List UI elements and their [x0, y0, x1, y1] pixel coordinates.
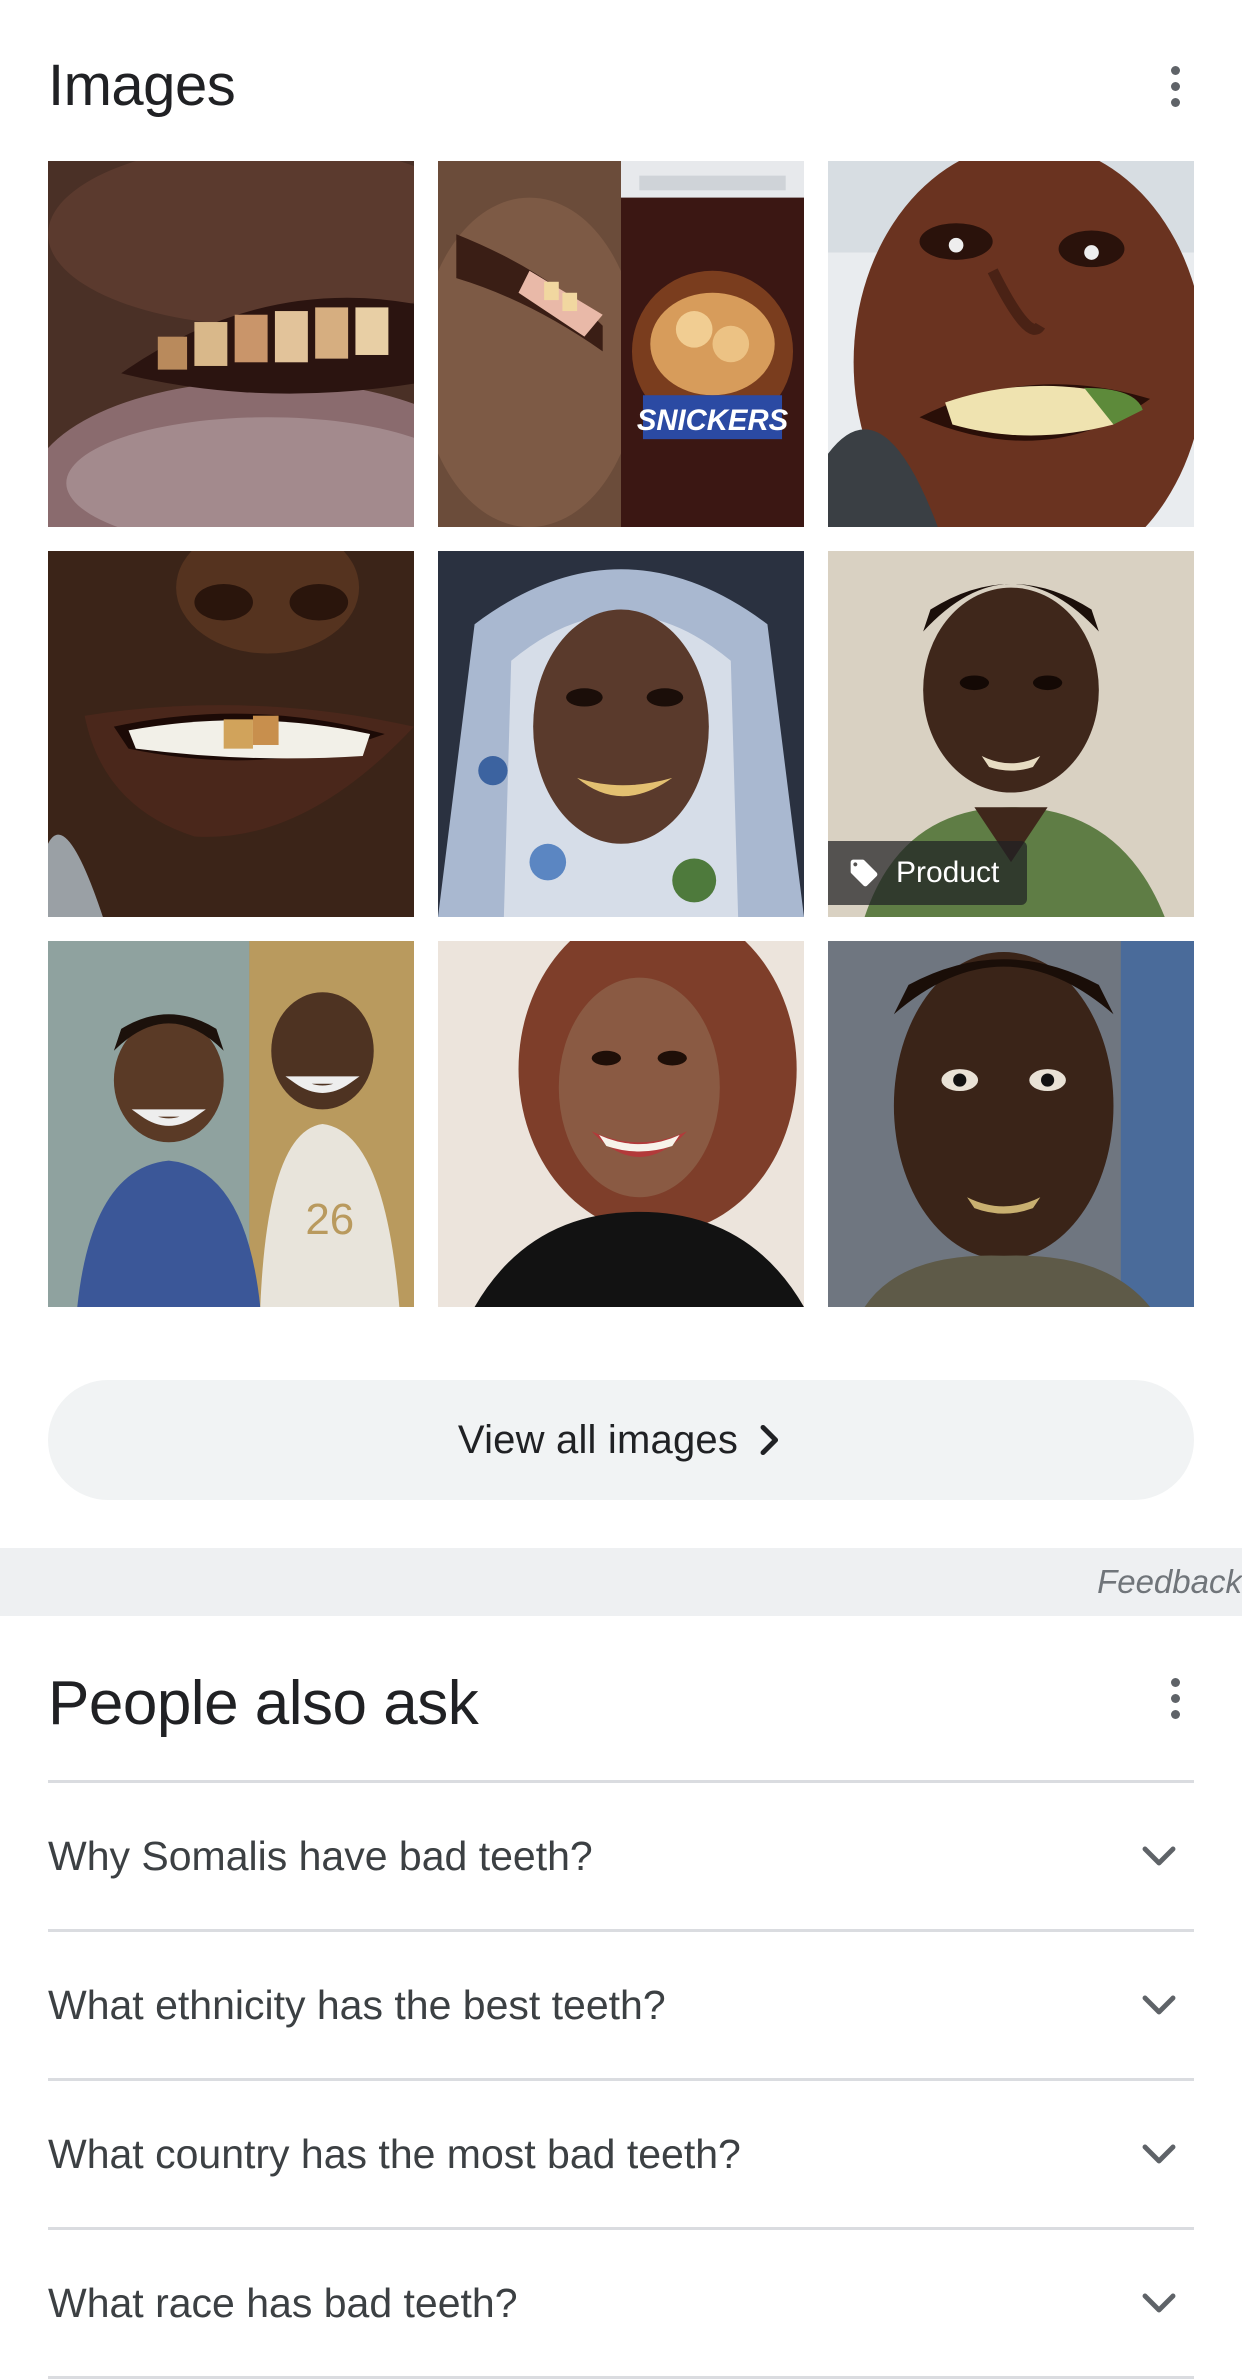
image-4-picture — [48, 551, 414, 917]
view-all-images-button[interactable]: View all images — [48, 1380, 1194, 1500]
chevron-down-icon — [1142, 1995, 1176, 2015]
image-thumbnail-5[interactable] — [438, 551, 804, 917]
people-also-ask-card: People also ask Why Somalis have bad tee… — [0, 1618, 1242, 2379]
chevron-down-icon — [1142, 1846, 1176, 1866]
chevron-down-icon — [1142, 2144, 1176, 2164]
chevron-down-icon — [1142, 2293, 1176, 2313]
tag-icon — [850, 859, 878, 887]
image-thumbnail-1[interactable] — [48, 161, 414, 527]
question-item[interactable]: Why Somalis have bad teeth? — [48, 1780, 1194, 1929]
image-thumbnail-6[interactable]: Product — [828, 551, 1194, 917]
feedback-link[interactable]: Feedback — [1097, 1548, 1242, 1616]
image-8-picture — [438, 941, 804, 1307]
question-text: What country has the most bad teeth? — [48, 2131, 741, 2177]
snickers-wrapper-text: SNICKERS — [637, 404, 789, 437]
image-thumbnail-7[interactable]: 26 — [48, 941, 414, 1307]
image-2-picture: SNICKERS — [438, 161, 804, 527]
question-item[interactable]: What ethnicity has the best teeth? — [48, 1929, 1194, 2078]
question-item[interactable]: What race has bad teeth? — [48, 2227, 1194, 2379]
product-badge-label: Product — [896, 856, 1000, 889]
image-grid: SNICKERS Product 26 — [48, 161, 1194, 1307]
question-item[interactable]: What country has the most bad teeth? — [48, 2078, 1194, 2227]
image-thumbnail-9[interactable] — [828, 941, 1194, 1307]
image-7-picture: 26 — [48, 941, 414, 1307]
image-1-picture — [48, 161, 414, 527]
image-thumbnail-3[interactable] — [828, 161, 1194, 527]
question-text: What ethnicity has the best teeth? — [48, 1982, 666, 2028]
images-section-title: Images — [48, 53, 236, 118]
image-thumbnail-4[interactable] — [48, 551, 414, 917]
view-all-images-label: View all images — [457, 1417, 739, 1462]
image-3-picture — [828, 161, 1194, 527]
image-9-picture — [828, 941, 1194, 1307]
question-list: Why Somalis have bad teeth? What ethnici… — [48, 1780, 1194, 2379]
image-thumbnail-2[interactable]: SNICKERS — [438, 161, 804, 527]
question-text: Why Somalis have bad teeth? — [48, 1833, 593, 1879]
feedback-bar — [0, 1548, 1242, 1616]
chevron-right-icon — [760, 1424, 779, 1456]
product-badge: Product — [828, 841, 1028, 905]
question-text: What race has bad teeth? — [48, 2280, 518, 2326]
images-more-options-icon[interactable] — [1155, 56, 1195, 116]
images-card: Images SNICKERS Product 26 View all imag… — [0, 0, 1242, 1546]
image-thumbnail-8[interactable] — [438, 941, 804, 1307]
people-also-ask-title: People also ask — [48, 1669, 479, 1738]
shirt-number-text: 26 — [305, 1195, 354, 1244]
image-5-picture — [438, 551, 804, 917]
people-also-ask-more-options-icon[interactable] — [1155, 1668, 1195, 1728]
